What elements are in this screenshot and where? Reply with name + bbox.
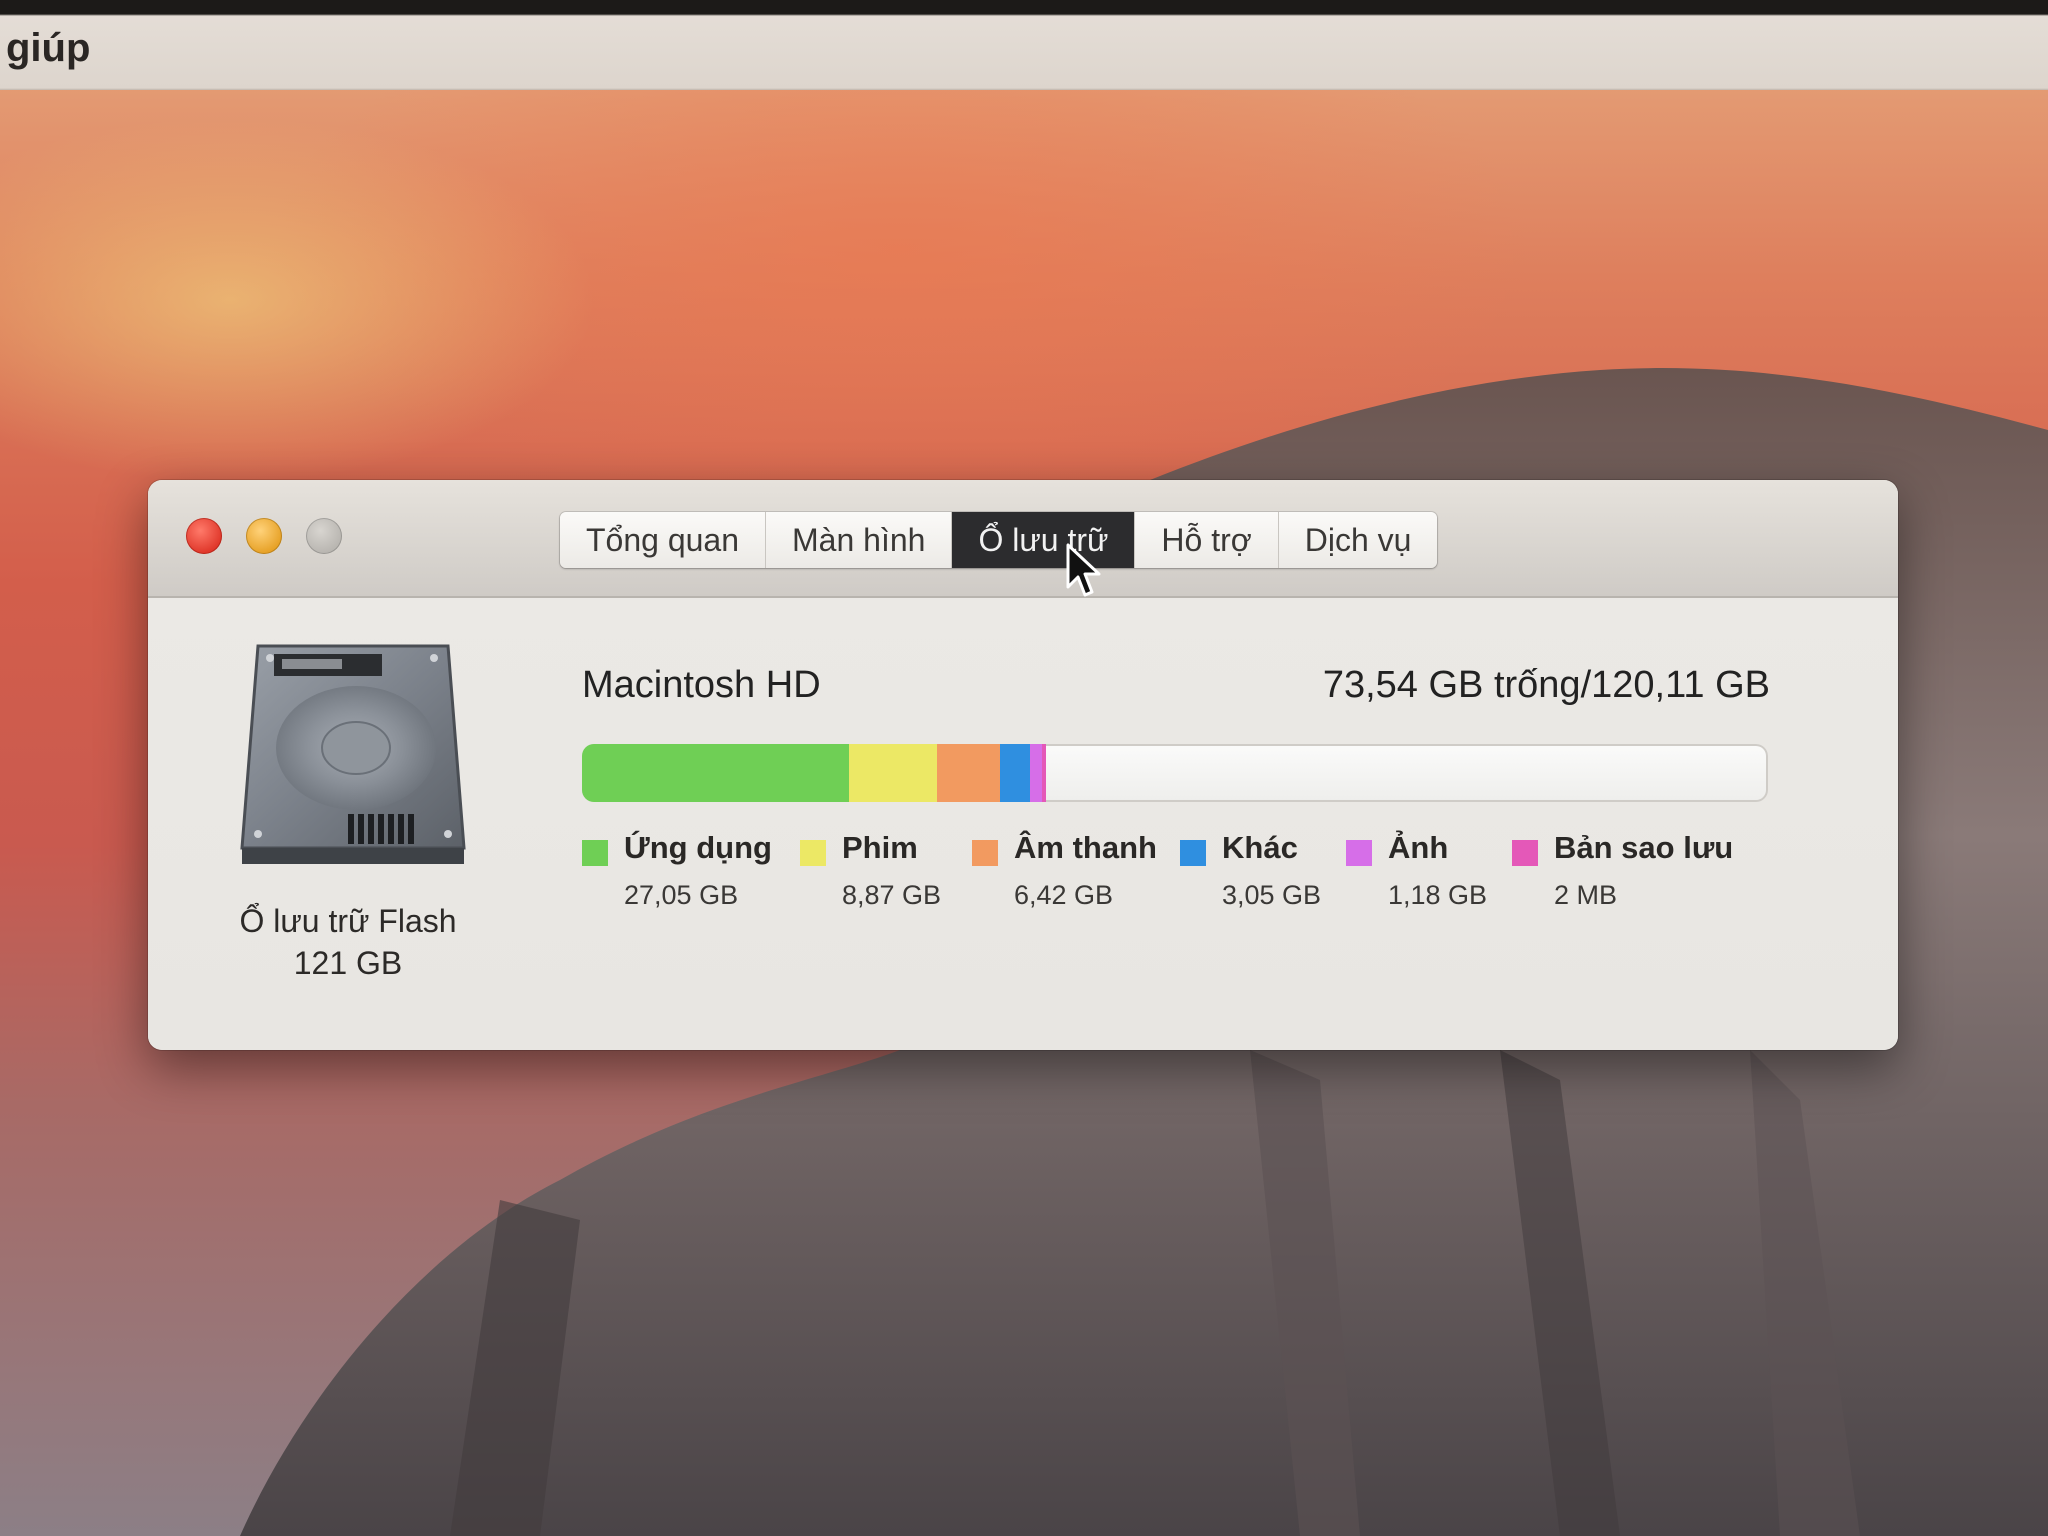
storage-segment bbox=[1000, 744, 1031, 802]
tab-overview[interactable]: Tổng quan bbox=[560, 512, 767, 568]
tab-service[interactable]: Dịch vụ bbox=[1278, 512, 1438, 568]
storage-segment bbox=[936, 744, 1001, 802]
tab-bar: Tổng quan Màn hình Ổ lưu trữ Hỗ trợ Dịch… bbox=[560, 512, 1438, 568]
legend-swatch bbox=[1512, 840, 1538, 866]
legend-size: 6,42 GB bbox=[1014, 880, 1114, 910]
close-button[interactable] bbox=[186, 518, 222, 554]
legend-swatch bbox=[1346, 840, 1372, 866]
legend-label: Ảnh bbox=[1388, 830, 1449, 865]
volume-free-space: 73,54 GB trống/120,11 GB bbox=[1322, 664, 1770, 706]
legend-size: 3,05 GB bbox=[1222, 880, 1322, 910]
storage-segment bbox=[1041, 744, 1046, 802]
legend-label: Bản sao lưu bbox=[1554, 830, 1734, 865]
legend-label: Phim bbox=[842, 830, 918, 865]
legend-label: Âm thanh bbox=[1014, 830, 1157, 865]
legend-swatch bbox=[800, 840, 826, 866]
legend-label: Khác bbox=[1222, 830, 1298, 865]
mouse-cursor-icon bbox=[1066, 543, 1101, 597]
storage-segment bbox=[849, 744, 937, 802]
menu-bar: giúp bbox=[0, 0, 2048, 90]
legend-size: 2 MB bbox=[1554, 880, 1618, 910]
legend-size: 8,87 GB bbox=[842, 880, 942, 910]
tab-storage[interactable]: Ổ lưu trữ bbox=[952, 512, 1136, 568]
hard-drive-icon bbox=[240, 644, 466, 864]
tab-displays[interactable]: Màn hình bbox=[766, 512, 953, 568]
legend-swatch bbox=[1180, 840, 1206, 866]
volume-name: Macintosh HD bbox=[582, 664, 821, 706]
legend-size: 1,18 GB bbox=[1388, 880, 1488, 910]
zoom-button bbox=[306, 518, 342, 554]
storage-usage-bar bbox=[582, 744, 1768, 802]
storage-pane: Ổ lưu trữ Flash 121 GB Macintosh HD 73,5… bbox=[148, 598, 1898, 1050]
storage-segment bbox=[1030, 744, 1042, 802]
menu-help[interactable]: giúp bbox=[6, 26, 90, 71]
minimize-button[interactable] bbox=[246, 518, 282, 554]
disk-caption: Ổ lưu trữ Flash 121 GB bbox=[188, 900, 508, 984]
legend-swatch bbox=[582, 840, 608, 866]
disk-capacity-label: 121 GB bbox=[293, 945, 403, 981]
legend-label: Ứng dụng bbox=[624, 830, 772, 865]
tab-support[interactable]: Hỗ trợ bbox=[1135, 512, 1279, 568]
disk-type-label: Ổ lưu trữ Flash bbox=[239, 903, 457, 939]
legend-size: 27,05 GB bbox=[624, 880, 739, 910]
legend-swatch bbox=[972, 840, 998, 866]
about-this-mac-window: Tổng quan Màn hình Ổ lưu trữ Hỗ trợ Dịch… bbox=[148, 480, 1898, 1050]
storage-segment bbox=[582, 744, 850, 802]
title-bar: Tổng quan Màn hình Ổ lưu trữ Hỗ trợ Dịch… bbox=[148, 480, 1898, 598]
